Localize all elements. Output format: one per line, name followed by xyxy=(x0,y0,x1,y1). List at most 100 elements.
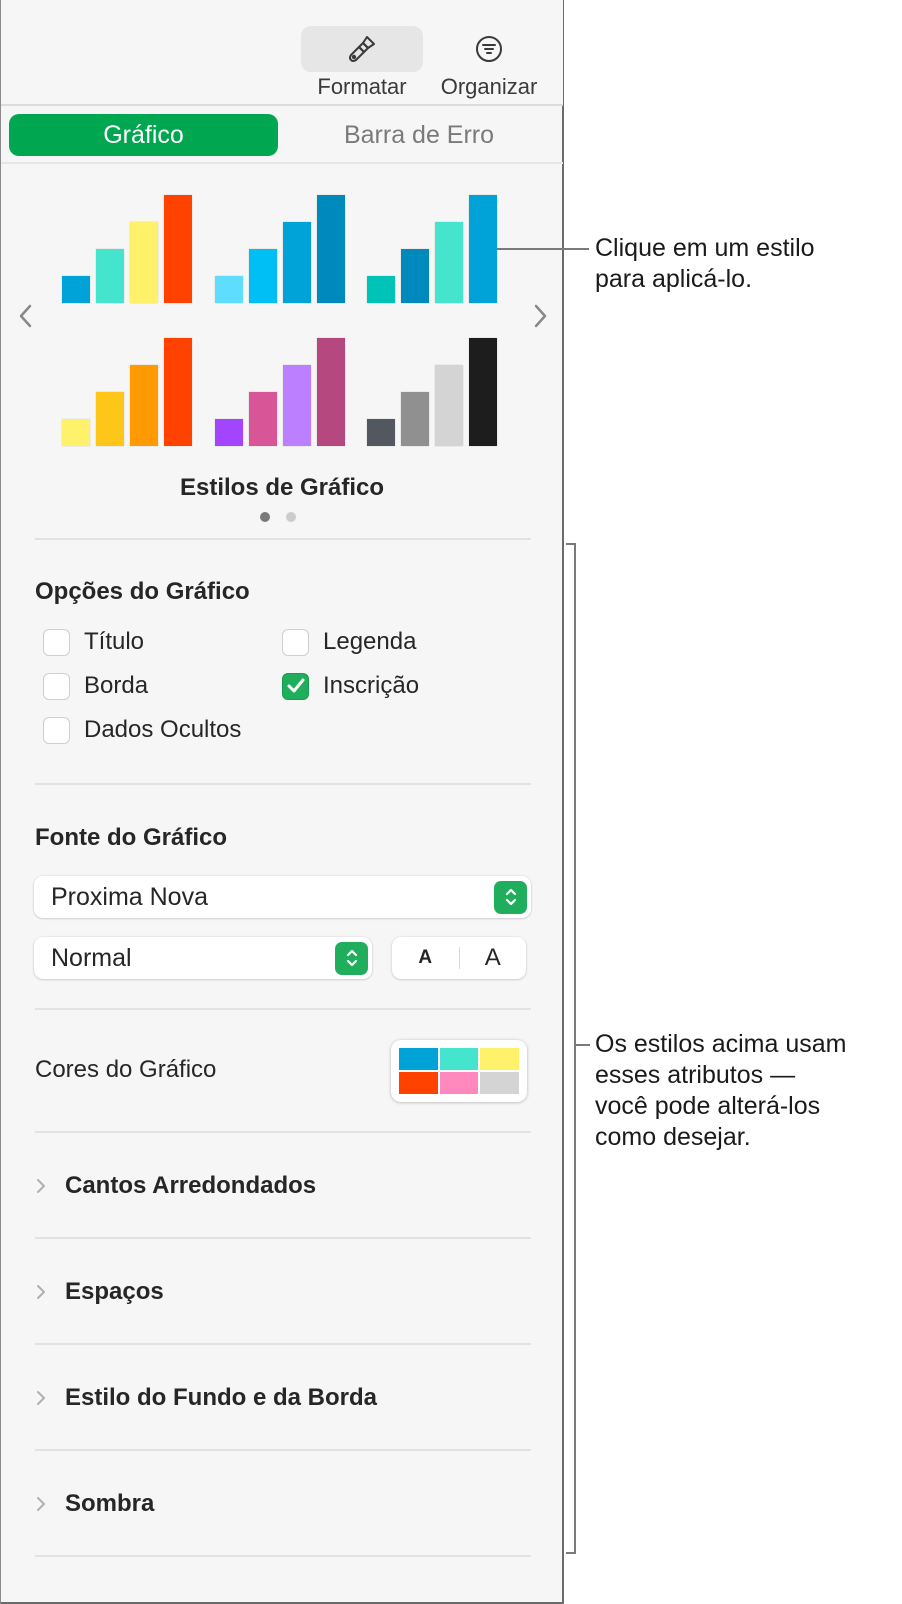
checkbox-legend[interactable]: Legenda xyxy=(282,627,416,657)
chart-style-1[interactable] xyxy=(62,183,204,303)
style-bar xyxy=(435,365,463,446)
font-size-control: A A xyxy=(392,937,526,979)
style-bar xyxy=(435,222,463,303)
style-bar xyxy=(401,392,429,446)
checkbox-box[interactable] xyxy=(282,628,309,656)
checkbox-box[interactable] xyxy=(43,716,70,744)
next-styles-button[interactable] xyxy=(529,304,553,328)
chart-style-2[interactable] xyxy=(215,183,357,303)
checkbox-label: Borda xyxy=(84,672,149,699)
color-swatch-cell xyxy=(480,1048,519,1070)
font-family-value: Proxima Nova xyxy=(51,882,208,911)
checkbox-title[interactable]: Título xyxy=(43,627,144,657)
section-background-border-style[interactable]: Estilo do Fundo e da Borda xyxy=(31,1378,377,1418)
callout-line: para aplicá-lo. xyxy=(595,265,753,293)
callout-leader-line xyxy=(497,248,589,250)
style-bar xyxy=(317,195,345,303)
callout-bracket-bottom xyxy=(566,1552,576,1554)
style-bar xyxy=(317,338,345,446)
format-button[interactable]: Formatar xyxy=(301,26,423,99)
callout-line: Clique em um estilo xyxy=(595,234,815,262)
increase-font-size-button[interactable]: A xyxy=(460,944,527,972)
chart-font-title: Fonte do Gráfico xyxy=(35,824,227,851)
popup-stepper-icon xyxy=(335,941,368,975)
checkbox-label: Inscrição xyxy=(323,672,420,699)
section-rounded-corners[interactable]: Cantos Arredondados xyxy=(31,1166,316,1206)
divider xyxy=(35,1008,531,1010)
color-swatch-cell xyxy=(399,1048,438,1070)
style-bar xyxy=(96,392,124,446)
checkbox-label: Legenda xyxy=(323,628,417,655)
chart-style-5[interactable] xyxy=(215,326,357,446)
callout-line: você pode alterá-los xyxy=(595,1092,821,1120)
callout-line: como desejar. xyxy=(595,1123,751,1151)
checkbox-caption[interactable]: Inscrição xyxy=(282,671,419,701)
tab-bar: Gráfico Barra de Erro xyxy=(1,106,563,164)
style-bar xyxy=(215,419,243,446)
section-gaps[interactable]: Espaços xyxy=(31,1272,164,1312)
style-bar xyxy=(469,195,497,303)
checkbox-border[interactable]: Borda xyxy=(43,671,148,701)
chevron-left-icon xyxy=(19,304,32,328)
section-label: Sombra xyxy=(65,1490,155,1517)
style-bar xyxy=(62,276,90,303)
callout-leader-line xyxy=(576,1044,590,1046)
divider xyxy=(35,538,531,540)
style-bar xyxy=(249,392,277,446)
previous-styles-button[interactable] xyxy=(13,304,37,328)
divider xyxy=(35,1131,531,1133)
chart-style-6[interactable] xyxy=(367,326,509,446)
chevron-right-icon xyxy=(37,1285,45,1299)
chevron-right-icon xyxy=(534,304,547,328)
checkbox-box[interactable] xyxy=(43,628,70,656)
font-weight-select[interactable]: Normal xyxy=(34,937,372,979)
color-swatch-cell xyxy=(399,1072,438,1094)
page-dot-1[interactable] xyxy=(260,512,270,522)
page-dot-2[interactable] xyxy=(286,512,296,522)
page-indicator xyxy=(260,512,296,522)
style-bar xyxy=(469,338,497,446)
chevron-right-icon xyxy=(37,1391,45,1405)
chart-options-title: Opções do Gráfico xyxy=(35,578,250,605)
section-label: Cantos Arredondados xyxy=(65,1172,317,1199)
style-bar xyxy=(367,419,395,446)
chevron-right-icon xyxy=(37,1179,45,1193)
decrease-font-size-button[interactable]: A xyxy=(392,947,459,969)
toolbar: Formatar Organizar xyxy=(1,0,563,106)
style-bar xyxy=(164,195,192,303)
style-bar xyxy=(401,249,429,303)
style-bar xyxy=(283,365,311,446)
divider xyxy=(35,1237,531,1239)
organize-button-label: Organizar xyxy=(440,74,538,99)
font-family-select[interactable]: Proxima Nova xyxy=(34,876,531,918)
chevron-right-icon xyxy=(37,1497,45,1511)
chart-colors-label: Cores do Gráfico xyxy=(35,1056,217,1083)
checkbox-hidden-data[interactable]: Dados Ocultos xyxy=(43,715,241,745)
checkbox-label: Título xyxy=(84,628,145,655)
section-shadow[interactable]: Sombra xyxy=(31,1484,154,1524)
color-swatch-cell xyxy=(439,1048,479,1070)
chart-style-4[interactable] xyxy=(62,326,204,446)
style-bar xyxy=(96,249,124,303)
checkbox-box[interactable] xyxy=(43,672,70,700)
section-label: Estilo do Fundo e da Borda xyxy=(65,1384,377,1411)
checkbox-box[interactable] xyxy=(282,672,309,700)
format-sidebar: Formatar Organizar Gráfico Barra de Erro xyxy=(0,0,564,1604)
style-bar xyxy=(130,365,158,446)
popup-stepper-icon xyxy=(494,880,527,914)
checkbox-label: Dados Ocultos xyxy=(84,716,242,743)
callout-styles: Clique em um estilo para aplicá-lo. xyxy=(595,233,815,295)
format-button-label: Formatar xyxy=(317,74,407,99)
chart-style-3[interactable] xyxy=(367,183,509,303)
style-bar xyxy=(367,276,395,303)
chart-colors-button[interactable] xyxy=(391,1040,527,1102)
tab-error-bar[interactable]: Barra de Erro xyxy=(283,114,555,156)
callout-attributes: Os estilos acima usam esses atributos — … xyxy=(595,1029,846,1153)
divider xyxy=(35,1449,531,1451)
organize-icon xyxy=(476,36,502,62)
style-bar xyxy=(130,222,158,303)
callout-line: Os estilos acima usam xyxy=(595,1030,847,1058)
organize-button[interactable]: Organizar xyxy=(433,26,545,99)
style-bar xyxy=(249,249,277,303)
tab-chart[interactable]: Gráfico xyxy=(9,114,278,156)
